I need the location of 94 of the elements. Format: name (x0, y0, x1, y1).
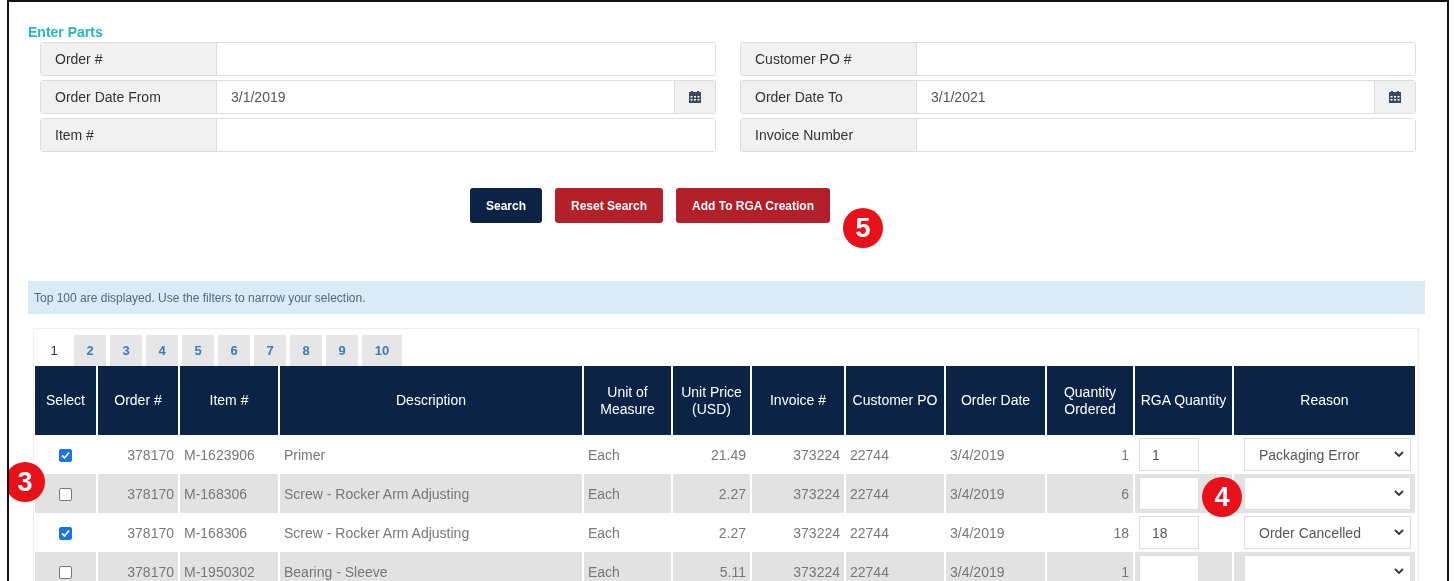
table-cell: 373224 (793, 485, 840, 502)
table-cell: 378170 (127, 563, 174, 580)
reason-dropdown[interactable]: Order Cancelled (1244, 516, 1411, 549)
table-cell: 373224 (793, 446, 840, 463)
table-cell: 6 (1121, 485, 1129, 502)
table-cell: M-1950302 (184, 563, 255, 580)
select-checkbox[interactable] (59, 488, 72, 502)
field-label: Item # (41, 119, 217, 151)
table-cell: M-168306 (184, 485, 248, 502)
form-field[interactable]: Item # (40, 118, 716, 152)
column-header: Description (280, 366, 582, 435)
page-tab[interactable]: 9 (326, 335, 358, 366)
page-tab[interactable]: 6 (218, 335, 250, 366)
table-cell: 18 (1113, 524, 1129, 541)
page-tab[interactable]: 7 (254, 335, 286, 366)
table-cell: 22744 (850, 563, 889, 580)
table-cell: 5.11 (719, 563, 746, 580)
select-checkbox[interactable] (59, 449, 72, 463)
table-cell: Bearing - Sleeve (284, 563, 388, 580)
table-cell: Primer (284, 446, 326, 463)
column-header: Order # (98, 366, 178, 435)
column-header: Quantity Ordered (1047, 366, 1133, 435)
table-cell: 3/4/2019 (950, 485, 1005, 502)
form-field[interactable]: Order Date From 3/1/2019 (40, 80, 716, 114)
table-cell: 2.27 (718, 485, 746, 502)
field-label: Order Date To (741, 81, 917, 113)
table-cell: 22744 (850, 524, 889, 541)
table-cell: M-1623906 (184, 446, 255, 463)
quantity-field[interactable]: 1 (1139, 438, 1199, 471)
page-tab[interactable]: 3 (110, 335, 142, 366)
column-header: RGA Quantity (1135, 366, 1232, 435)
table-cell: Each (588, 524, 620, 541)
table-cell: Each (588, 446, 620, 463)
page-tab[interactable]: 2 (74, 335, 106, 366)
page-tab[interactable]: 10 (362, 335, 402, 366)
table-cell: 22744 (850, 446, 889, 463)
page-tab[interactable]: 4 (146, 335, 178, 366)
caret-icon (1394, 529, 1404, 536)
table-cell: 3/4/2019 (950, 446, 1005, 463)
table-cell: Each (588, 485, 620, 502)
table-cell: 373224 (793, 563, 840, 580)
form-field[interactable]: Order # (40, 42, 716, 76)
table-cell: 378170 (127, 446, 174, 463)
table-cell: 3/4/2019 (950, 524, 1005, 541)
quantity-field[interactable] (1139, 477, 1199, 510)
form-field[interactable]: Order Date To 3/1/2021 (740, 80, 1416, 114)
caret-icon (1394, 490, 1404, 497)
reason-dropdown[interactable] (1244, 555, 1411, 581)
table-cell: Each (588, 563, 620, 580)
calendar-icon[interactable] (674, 81, 715, 113)
column-header: Item # (180, 366, 278, 435)
page-tab[interactable]: 5 (182, 335, 214, 366)
table-cell: 21.49 (710, 446, 746, 463)
field-label: Order Date From (41, 81, 217, 113)
calendar-icon[interactable] (1374, 81, 1415, 113)
table-cell: 2.27 (718, 524, 746, 541)
table-cell: 1 (1121, 563, 1129, 580)
form-field[interactable]: Invoice Number (740, 118, 1416, 152)
step-badge: 5 (843, 208, 883, 248)
quantity-field[interactable]: 18 (1139, 516, 1199, 549)
page-tab[interactable]: 8 (290, 335, 322, 366)
table-cell: 378170 (127, 524, 174, 541)
quantity-field[interactable] (1139, 555, 1199, 581)
caret-icon (1394, 451, 1404, 458)
column-header: Unit of Measure (584, 366, 671, 435)
column-header: Select (35, 366, 96, 435)
column-header: Unit Price (USD) (673, 366, 750, 435)
step-badge: 3 (9, 462, 45, 502)
field-label: Invoice Number (741, 119, 917, 151)
caret-icon (1394, 568, 1404, 575)
action-button[interactable]: Add To RGA Creation (676, 188, 831, 223)
form-field[interactable]: Customer PO # (740, 42, 1416, 76)
column-header: Reason (1234, 366, 1415, 435)
section-title: Enter Parts (28, 24, 104, 40)
column-header: Invoice # (752, 366, 844, 435)
action-button[interactable]: Reset Search (555, 188, 664, 223)
table-cell: 3/4/2019 (950, 563, 1005, 580)
table-cell: 1 (1121, 446, 1129, 463)
table-cell: 378170 (127, 485, 174, 502)
action-button[interactable]: Search (469, 188, 542, 223)
table-cell: 373224 (793, 524, 840, 541)
table-cell: 22744 (850, 485, 889, 502)
reason-dropdown[interactable] (1244, 477, 1411, 510)
table-cell: M-168306 (184, 524, 248, 541)
column-header: Customer PO (846, 366, 944, 435)
reason-dropdown[interactable]: Packaging Error (1244, 438, 1411, 471)
select-checkbox[interactable] (59, 566, 72, 580)
field-label: Customer PO # (741, 43, 917, 75)
select-checkbox[interactable] (59, 527, 72, 541)
table-cell: Screw - Rocker Arm Adjusting (284, 485, 470, 502)
field-label: Order # (41, 43, 217, 75)
column-header: Order Date (946, 366, 1045, 435)
info-banner: Top 100 are displayed. Use the filters to narrow your selection. (28, 281, 1425, 314)
table-cell: Screw - Rocker Arm Adjusting (284, 524, 470, 541)
